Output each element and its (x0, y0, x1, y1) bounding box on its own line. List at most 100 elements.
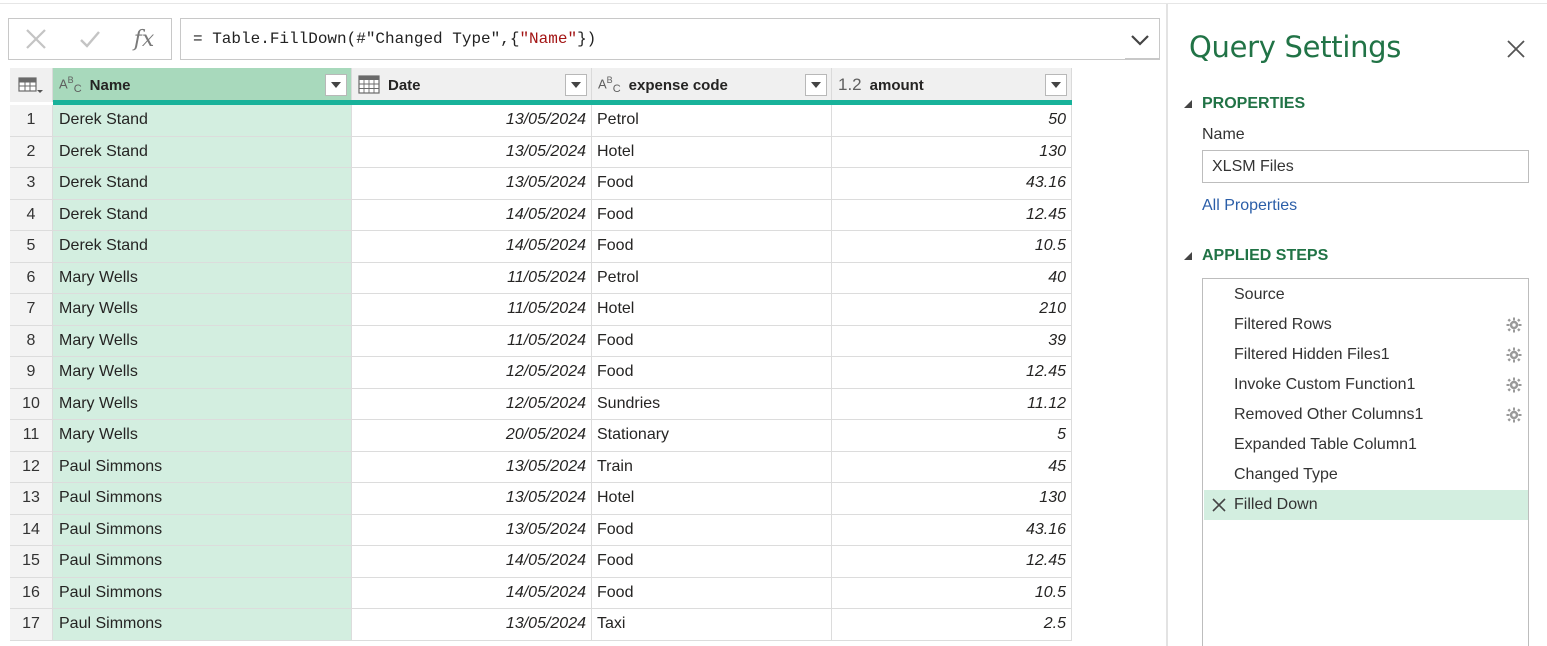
properties-section-header[interactable]: PROPERTIES (1182, 95, 1305, 113)
column-header-date[interactable]: Date (352, 68, 592, 102)
cell-expense-code[interactable]: Food (592, 325, 832, 357)
row-index[interactable]: 2 (10, 136, 53, 168)
row-index[interactable]: 12 (10, 451, 53, 483)
query-name-input[interactable] (1202, 150, 1529, 183)
row-index[interactable]: 17 (10, 609, 53, 641)
cell-amount[interactable]: 2.5 (832, 609, 1072, 641)
cell-name[interactable]: Paul Simmons (53, 609, 352, 641)
formula-bar[interactable]: = Table.FillDown(#"Changed Type",{"Name"… (180, 18, 1160, 60)
cell-name[interactable]: Mary Wells (53, 325, 352, 357)
cell-name[interactable]: Mary Wells (53, 388, 352, 420)
cell-amount[interactable]: 12.45 (832, 357, 1072, 389)
cell-date[interactable]: 11/05/2024 (352, 294, 592, 326)
cell-expense-code[interactable]: Food (592, 231, 832, 263)
gear-icon[interactable] (1500, 407, 1528, 423)
row-index[interactable]: 5 (10, 231, 53, 263)
cell-amount[interactable]: 43.16 (832, 168, 1072, 200)
cell-amount[interactable]: 12.45 (832, 199, 1072, 231)
applied-step[interactable]: Removed Other Columns1 (1204, 400, 1528, 430)
applied-step[interactable]: Filtered Rows (1204, 310, 1528, 340)
cell-date[interactable]: 14/05/2024 (352, 577, 592, 609)
row-index[interactable]: 7 (10, 294, 53, 326)
cell-expense-code[interactable]: Petrol (592, 105, 832, 137)
fx-button[interactable]: fx (117, 19, 171, 59)
row-index[interactable]: 8 (10, 325, 53, 357)
cell-expense-code[interactable]: Food (592, 546, 832, 578)
row-index[interactable]: 9 (10, 357, 53, 389)
cell-amount[interactable]: 5 (832, 420, 1072, 452)
cell-expense-code[interactable]: Food (592, 168, 832, 200)
applied-step[interactable]: Source (1204, 280, 1528, 310)
cell-name[interactable]: Paul Simmons (53, 483, 352, 515)
cell-date[interactable]: 14/05/2024 (352, 199, 592, 231)
cell-amount[interactable]: 10.5 (832, 231, 1072, 263)
cell-name[interactable]: Mary Wells (53, 294, 352, 326)
applied-steps-section-header[interactable]: APPLIED STEPS (1182, 247, 1328, 265)
cell-name[interactable]: Mary Wells (53, 420, 352, 452)
cell-amount[interactable]: 39 (832, 325, 1072, 357)
cell-amount[interactable]: 50 (832, 105, 1072, 137)
gear-icon[interactable] (1500, 317, 1528, 333)
applied-step[interactable]: Filled Down (1204, 490, 1528, 520)
cell-name[interactable]: Derek Stand (53, 199, 352, 231)
applied-step[interactable]: Filtered Hidden Files1 (1204, 340, 1528, 370)
cell-expense-code[interactable]: Food (592, 577, 832, 609)
gear-icon[interactable] (1500, 377, 1528, 393)
cell-date[interactable]: 13/05/2024 (352, 105, 592, 137)
check-icon[interactable] (63, 19, 117, 59)
row-index[interactable]: 3 (10, 168, 53, 200)
cell-name[interactable]: Mary Wells (53, 357, 352, 389)
cell-name[interactable]: Derek Stand (53, 105, 352, 137)
cell-expense-code[interactable]: Taxi (592, 609, 832, 641)
chevron-down-icon[interactable] (1127, 27, 1153, 53)
cell-name[interactable]: Derek Stand (53, 136, 352, 168)
column-filter-button[interactable] (325, 74, 347, 96)
applied-step[interactable]: Expanded Table Column1 (1204, 430, 1528, 460)
applied-step[interactable]: Changed Type (1204, 460, 1528, 490)
cell-name[interactable]: Paul Simmons (53, 514, 352, 546)
cell-date[interactable]: 13/05/2024 (352, 136, 592, 168)
column-filter-button[interactable] (805, 74, 827, 96)
column-header-expense-code[interactable]: ABC expense code (592, 68, 832, 102)
cell-amount[interactable]: 10.5 (832, 577, 1072, 609)
cell-name[interactable]: Derek Stand (53, 231, 352, 263)
column-filter-button[interactable] (565, 74, 587, 96)
cell-name[interactable]: Derek Stand (53, 168, 352, 200)
column-filter-button[interactable] (1045, 74, 1067, 96)
applied-step[interactable]: Invoke Custom Function1 (1204, 370, 1528, 400)
cell-expense-code[interactable]: Stationary (592, 420, 832, 452)
cell-date[interactable]: 13/05/2024 (352, 483, 592, 515)
row-index[interactable]: 14 (10, 514, 53, 546)
cell-date[interactable]: 13/05/2024 (352, 609, 592, 641)
cell-date[interactable]: 11/05/2024 (352, 325, 592, 357)
cell-expense-code[interactable]: Food (592, 357, 832, 389)
row-index[interactable]: 10 (10, 388, 53, 420)
cell-date[interactable]: 13/05/2024 (352, 451, 592, 483)
delete-step-icon[interactable] (1204, 498, 1234, 512)
close-icon[interactable] (9, 19, 63, 59)
row-index[interactable]: 15 (10, 546, 53, 578)
gear-icon[interactable] (1500, 347, 1528, 363)
cell-expense-code[interactable]: Petrol (592, 262, 832, 294)
cell-amount[interactable]: 130 (832, 483, 1072, 515)
cell-name[interactable]: Paul Simmons (53, 451, 352, 483)
cell-expense-code[interactable]: Food (592, 199, 832, 231)
cell-amount[interactable]: 40 (832, 262, 1072, 294)
cell-amount[interactable]: 11.12 (832, 388, 1072, 420)
cell-name[interactable]: Paul Simmons (53, 577, 352, 609)
row-index[interactable]: 1 (10, 105, 53, 137)
cell-name[interactable]: Mary Wells (53, 262, 352, 294)
cell-date[interactable]: 12/05/2024 (352, 357, 592, 389)
row-index[interactable]: 13 (10, 483, 53, 515)
cell-amount[interactable]: 130 (832, 136, 1072, 168)
pane-separator[interactable] (1166, 4, 1168, 646)
row-index[interactable]: 4 (10, 199, 53, 231)
row-index[interactable]: 11 (10, 420, 53, 452)
cell-expense-code[interactable]: Sundries (592, 388, 832, 420)
cell-name[interactable]: Paul Simmons (53, 546, 352, 578)
cell-expense-code[interactable]: Hotel (592, 294, 832, 326)
cell-date[interactable]: 13/05/2024 (352, 168, 592, 200)
cell-expense-code[interactable]: Food (592, 514, 832, 546)
cell-date[interactable]: 11/05/2024 (352, 262, 592, 294)
cell-expense-code[interactable]: Hotel (592, 136, 832, 168)
